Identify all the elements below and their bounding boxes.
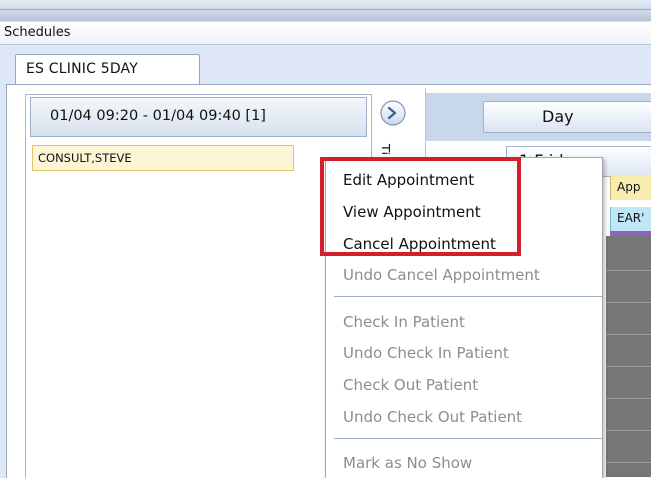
- top-strip: [0, 0, 651, 21]
- appointment-row[interactable]: CONSULT,STEVE: [32, 145, 294, 171]
- menu-item-check-in-patient: Check In Patient: [343, 313, 465, 331]
- menu-item-undo-check-out-patient: Undo Check Out Patient: [343, 408, 523, 426]
- menu-item-mark-as-no-show: Mark as No Show: [343, 454, 473, 472]
- menu-separator: [334, 438, 602, 439]
- window-title: Schedules: [4, 25, 71, 40]
- menu-item-check-out-patient: Check Out Patient: [343, 376, 479, 394]
- day-view-button[interactable]: Day: [483, 101, 651, 133]
- time-slot-header[interactable]: 01/04 09:20 - 01/04 09:40 [1]: [30, 97, 367, 137]
- tab-es-clinic-5day[interactable]: ES CLINIC 5DAY: [15, 54, 200, 85]
- highlight-box: [320, 157, 521, 256]
- window-titlebar: Schedules: [0, 22, 651, 45]
- tab-label: ES CLINIC 5DAY: [26, 61, 138, 77]
- calendar-appointment-slot[interactable]: EAR': [610, 207, 651, 231]
- calendar-grid[interactable]: [606, 236, 651, 477]
- menu-item-undo-check-in-patient: Undo Check In Patient: [343, 344, 509, 362]
- calendar-appointment-slot[interactable]: App: [610, 176, 651, 200]
- menu-item-undo-cancel-appointment: Undo Cancel Appointment: [343, 266, 540, 284]
- chevron-right-icon: [380, 100, 406, 126]
- patient-name: CONSULT,STEVE: [38, 151, 132, 165]
- expand-arrow-button[interactable]: [378, 98, 408, 128]
- time-slot-label: 01/04 09:20 - 01/04 09:40 [1]: [50, 108, 266, 124]
- menu-separator: [334, 296, 602, 297]
